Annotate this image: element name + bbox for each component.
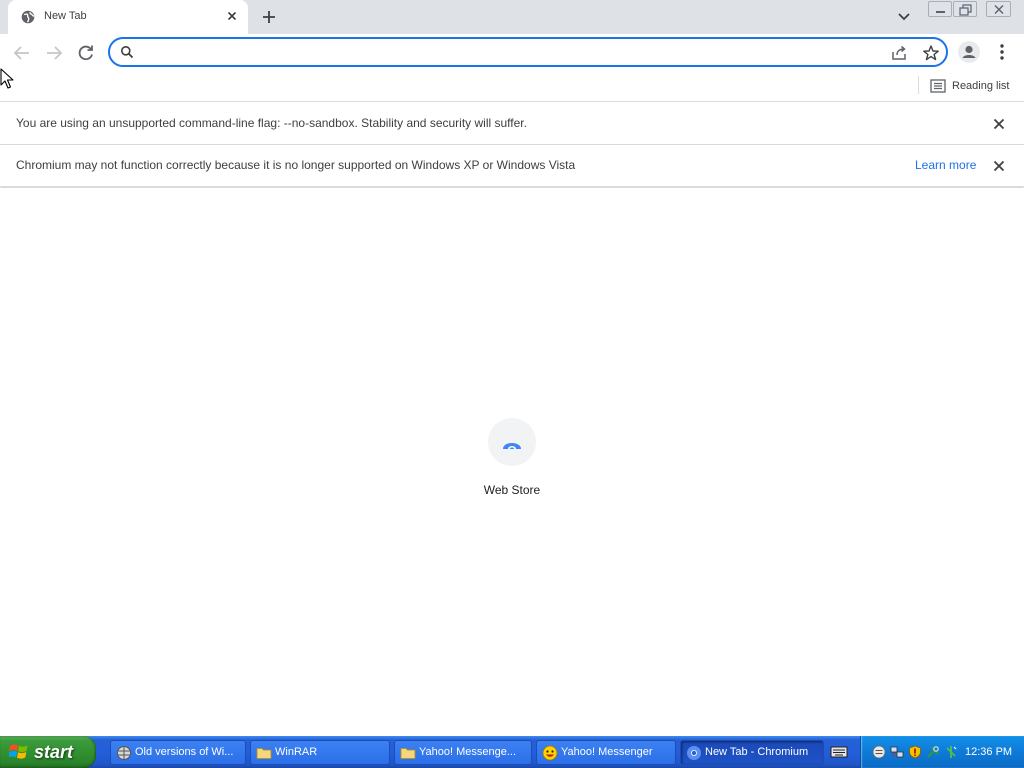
windows-flag-icon <box>9 744 28 759</box>
restore-icon <box>959 4 972 16</box>
minimize-window-button[interactable] <box>928 1 952 17</box>
bookmark-star-icon[interactable] <box>922 44 940 62</box>
close-infobar-icon[interactable] <box>991 158 1007 174</box>
taskbar-item-yahoo-messenger[interactable]: Yahoo! Messenger <box>536 740 676 765</box>
globe-icon <box>21 10 35 24</box>
start-label: start <box>34 742 74 762</box>
tab-new-tab[interactable]: New Tab <box>8 0 248 34</box>
tab-search-chevron-icon[interactable] <box>895 9 913 25</box>
share-icon[interactable] <box>890 44 908 62</box>
taskbar-item-old-versions[interactable]: Old versions of Wi... <box>110 740 246 765</box>
new-tab-page: Web Store <box>0 188 1024 736</box>
learn-more-link[interactable]: Learn more <box>915 158 976 172</box>
infobar-message: Chromium may not function correctly beca… <box>16 158 576 172</box>
chromium-icon <box>687 746 701 760</box>
reading-list-label: Reading list <box>952 80 1010 92</box>
toolbar <box>0 34 1024 72</box>
minimize-icon <box>936 11 945 13</box>
taskbar-item-chromium[interactable]: New Tab - Chromium <box>680 740 824 765</box>
address-bar[interactable] <box>108 37 948 67</box>
infobar-message: You are using an unsupported command-lin… <box>16 116 527 130</box>
profile-avatar-icon[interactable] <box>957 40 981 64</box>
close-window-button[interactable] <box>986 1 1011 17</box>
reading-list-icon <box>930 79 946 93</box>
system-tray: 12:36 PM <box>860 736 1024 768</box>
screen: New Tab Reading list You are using an un… <box>0 0 1024 768</box>
infobar-unsupported-os: Chromium may not function correctly beca… <box>0 145 1024 187</box>
back-arrow-icon[interactable] <box>10 41 34 65</box>
taskbar-item-label: Yahoo! Messenge... <box>419 746 517 758</box>
bookmarks-separator <box>918 76 919 94</box>
yahoo-messenger-icon <box>542 745 558 761</box>
taskbar-item-label: New Tab - Chromium <box>705 746 809 758</box>
browser-icon <box>117 746 131 760</box>
taskbar: start Old versions of Wi... WinRAR Yahoo… <box>0 736 1024 768</box>
search-icon <box>121 46 134 59</box>
shortcut-web-store[interactable]: Web Store <box>472 418 552 500</box>
clock[interactable]: 12:36 PM <box>965 746 1012 758</box>
taskbar-item-yahoo-folder[interactable]: Yahoo! Messenge... <box>394 740 532 765</box>
reading-list-button[interactable]: Reading list <box>928 76 1009 98</box>
shortcut-tile <box>488 418 536 466</box>
new-tab-plus-icon[interactable] <box>259 7 279 27</box>
tab-title: New Tab <box>44 10 87 22</box>
more-menu-icon[interactable] <box>994 41 1010 63</box>
mouse-cursor-icon <box>0 68 14 89</box>
folder-icon <box>256 748 272 759</box>
tab-strip: New Tab <box>0 0 1024 34</box>
reload-icon[interactable] <box>74 41 98 65</box>
address-input[interactable] <box>140 43 870 61</box>
sync-tray-icon[interactable] <box>944 745 958 759</box>
shortcut-label: Web Store <box>483 483 541 497</box>
infobar-no-sandbox: You are using an unsupported command-lin… <box>0 103 1024 145</box>
close-tab-icon[interactable] <box>224 8 240 24</box>
taskbar-item-winrar[interactable]: WinRAR <box>250 740 390 765</box>
network-tray-icon[interactable] <box>890 745 904 759</box>
taskbar-item-label: Old versions of Wi... <box>135 746 234 758</box>
taskbar-item-label: Yahoo! Messenger <box>561 746 653 758</box>
taskbar-item-label: WinRAR <box>275 746 318 758</box>
forward-arrow-icon[interactable] <box>42 41 66 65</box>
keyboard-language-icon[interactable] <box>830 744 848 760</box>
web-store-icon <box>503 443 521 449</box>
tools-tray-icon[interactable] <box>926 745 940 759</box>
restore-window-button[interactable] <box>953 1 977 17</box>
start-button[interactable]: start <box>0 736 96 768</box>
folder-icon <box>400 748 416 759</box>
close-icon <box>994 5 1004 14</box>
bookmarks-bar: Reading list <box>0 72 1024 102</box>
security-shield-icon[interactable] <box>908 745 922 759</box>
close-infobar-icon[interactable] <box>991 116 1007 132</box>
messenger-tray-icon[interactable] <box>872 745 886 759</box>
